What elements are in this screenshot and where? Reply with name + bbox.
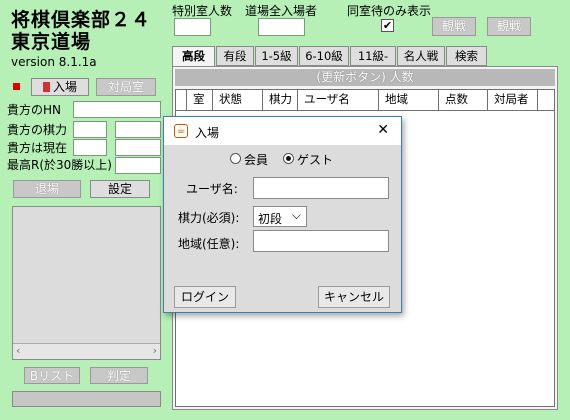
guest-radio[interactable] — [283, 153, 294, 164]
opponent-room-button[interactable]: 対局室 — [96, 78, 156, 96]
username-input[interactable] — [253, 177, 389, 199]
status-bar — [12, 391, 161, 407]
col-room[interactable]: 室 — [187, 90, 213, 110]
tab-6-10kyu[interactable]: 6-10級 — [299, 46, 349, 66]
enter-button[interactable]: 入場 — [31, 78, 89, 96]
col-opponent[interactable]: 対局者 — [488, 90, 538, 110]
rating-select-label: 棋力(必須): — [178, 211, 240, 225]
side-list[interactable] — [12, 206, 161, 360]
watch-button[interactable]: 観戦 — [432, 17, 476, 36]
guest-radio-label: ゲスト — [297, 153, 334, 167]
rating-field-2 — [115, 121, 161, 138]
login-button[interactable]: ログイン — [174, 286, 236, 308]
best-rating-label: 最高R(於30勝以上) — [7, 158, 112, 172]
side-list-hscrollbar[interactable]: ‹ › — [13, 343, 160, 359]
tab-11kyu[interactable]: 11級- — [350, 46, 396, 66]
door-icon — [42, 82, 50, 92]
close-icon[interactable]: ✕ — [377, 122, 389, 138]
tab-meijinsen[interactable]: 名人戦 — [397, 46, 445, 66]
cancel-button[interactable]: キャンセル — [318, 286, 390, 308]
member-radio-label: 会員 — [244, 153, 269, 167]
dojo-entrants-label: 道場全入場者 — [245, 4, 318, 18]
refresh-banner[interactable]: (更新ボタン) 人数 — [175, 69, 555, 86]
hn-field — [73, 101, 161, 118]
dialog-titlebar[interactable]: ☕ 入場 ✕ — [164, 117, 401, 145]
username-label: ユーザ名: — [186, 182, 238, 196]
hn-label: 貴方のHN — [7, 103, 62, 117]
tab-yudan[interactable]: 有段 — [216, 46, 254, 66]
app-title-line2: 東京道場 — [11, 31, 92, 53]
rating-field-1 — [73, 121, 107, 138]
same-room-only-label: 同室待のみ表示 — [347, 4, 432, 18]
member-radio[interactable] — [230, 153, 241, 164]
dojo-entrants-count — [258, 18, 305, 36]
enter-button-label: 入場 — [52, 80, 77, 94]
table-header-spacer — [176, 90, 187, 110]
version-label: version 8.1.1a — [11, 55, 97, 69]
settings-button[interactable]: 設定 — [90, 180, 150, 198]
spectate-button[interactable]: 観戦 — [487, 17, 531, 36]
table-header-rule — [176, 110, 554, 111]
tab-search[interactable]: 検索 — [446, 46, 487, 66]
col-points[interactable]: 点数 — [439, 90, 488, 110]
col-username[interactable]: ユーザ名 — [298, 90, 379, 110]
tab-kodan[interactable]: 高段 — [172, 46, 215, 67]
scroll-left-icon[interactable]: ‹ — [16, 344, 20, 357]
status-indicator — [13, 83, 20, 90]
java-icon: ☕ — [174, 124, 188, 138]
best-rating-field — [115, 157, 161, 174]
current-field-1 — [73, 139, 107, 156]
judge-button[interactable]: 判定 — [90, 367, 148, 384]
region-label: 地域(任意): — [178, 237, 240, 251]
col-region[interactable]: 地域 — [379, 90, 439, 110]
tab-1-5kyu[interactable]: 1-5級 — [255, 46, 298, 66]
col-rating[interactable]: 棋力 — [263, 90, 298, 110]
rating-label: 貴方の棋力 — [7, 123, 68, 137]
special-rooms-count — [174, 18, 211, 36]
rating-select[interactable]: 初段 ⌵ — [253, 206, 307, 227]
leave-button[interactable]: 退場 — [13, 180, 81, 198]
blist-button[interactable]: Bリスト — [24, 367, 80, 384]
login-dialog: ☕ 入場 ✕ 会員 ゲスト ユーザ名: 棋力(必須): 初段 ⌵ 地域(任意):… — [163, 116, 402, 313]
rating-select-value: 初段 — [258, 212, 283, 226]
current-label: 貴方は現在 — [7, 141, 68, 155]
chevron-down-icon: ⌵ — [291, 208, 301, 222]
special-rooms-label: 特別室人数 — [172, 4, 233, 18]
scroll-right-icon[interactable]: › — [153, 344, 157, 357]
app-title-line1: 将棋倶楽部２４ — [11, 9, 152, 31]
same-room-only-checkbox[interactable]: ✔ — [381, 19, 394, 32]
dialog-title: 入場 — [195, 126, 220, 140]
current-field-2 — [115, 139, 161, 156]
col-status[interactable]: 状態 — [213, 90, 263, 110]
region-input[interactable] — [253, 230, 389, 252]
